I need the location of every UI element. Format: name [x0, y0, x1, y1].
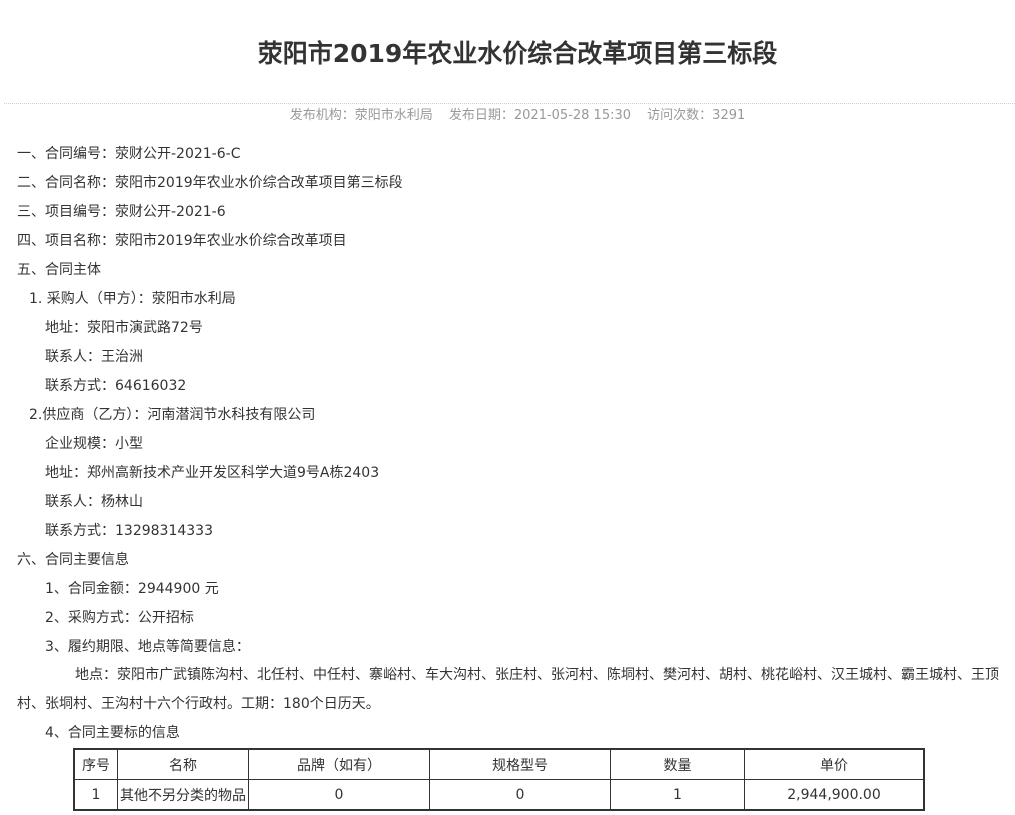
cell-spec: 0 [429, 779, 611, 811]
publish-date: 发布日期：2021-05-28 15:30 [448, 108, 632, 123]
project-number: 三、项目编号：荥财公开-2021-6 [17, 204, 226, 220]
header-quantity: 数量 [610, 748, 745, 780]
supplier: 2.供应商（乙方）：河南潜润节水科技有限公司 [29, 407, 316, 423]
visit-count: 访问次数：3291 [647, 108, 746, 123]
page-title: 荥阳市2019年农业水价综合改革项目第三标段 [257, 39, 778, 68]
purchaser-phone: 联系方式：64616032 [45, 378, 187, 394]
header-index: 序号 [73, 748, 118, 780]
location-duration: 地点：荥阳市广武镇陈沟村、北任村、中任村、寨峪村、车大沟村、张庄村、张河村、陈垌… [17, 667, 999, 712]
procurement-method: 2、采购方式：公开招标 [45, 610, 194, 626]
purchaser-address: 地址：荥阳市演武路72号 [45, 320, 203, 336]
table-row: 1 其他不另分类的物品 0 0 1 2,944,900.00 [73, 779, 925, 811]
publish-meta: 发布机构：荥阳市水利局 发布日期：2021-05-28 15:30 访问次数：3… [0, 104, 1015, 123]
contract-number: 一、合同编号：荥财公开-2021-6-C [17, 146, 241, 162]
cell-index: 1 [73, 779, 118, 811]
section-main-info: 六、合同主要信息 [17, 552, 129, 568]
cell-name: 其他不另分类的物品 [117, 779, 249, 811]
cell-brand: 0 [248, 779, 430, 811]
supplier-scale: 企业规模：小型 [45, 436, 143, 452]
publisher: 发布机构：荥阳市水利局 [289, 108, 433, 123]
contract-name: 二、合同名称：荥阳市2019年农业水价综合改革项目第三标段 [17, 175, 403, 191]
header-unit-price: 单价 [744, 748, 925, 780]
contract-amount: 1、合同金额：2944900 元 [45, 581, 219, 597]
cell-quantity: 1 [610, 779, 745, 811]
subject-info-heading: 4、合同主要标的信息 [45, 725, 180, 741]
cell-unit-price: 2,944,900.00 [744, 779, 925, 811]
supplier-phone: 联系方式：13298314333 [45, 523, 213, 539]
header-brand: 品牌（如有） [248, 748, 430, 780]
header-spec: 规格型号 [429, 748, 611, 780]
purchaser-contact: 联系人：王治洲 [45, 349, 143, 365]
table-header-row: 序号 名称 品牌（如有） 规格型号 数量 单价 [73, 748, 925, 780]
performance-info-heading: 3、履约期限、地点等简要信息： [45, 639, 250, 655]
supplier-address: 地址：郑州高新技术产业开发区科学大道9号A栋2403 [45, 465, 380, 481]
project-name: 四、项目名称：荥阳市2019年农业水价综合改革项目 [17, 233, 347, 249]
subject-table: 序号 名称 品牌（如有） 规格型号 数量 单价 1 其他不另分类的物品 0 0 … [73, 748, 925, 811]
header-name: 名称 [117, 748, 249, 780]
purchaser: 1. 采购人（甲方）：荥阳市水利局 [29, 291, 236, 307]
section-contract-parties: 五、合同主体 [17, 262, 101, 278]
supplier-contact: 联系人：杨林山 [45, 494, 143, 510]
